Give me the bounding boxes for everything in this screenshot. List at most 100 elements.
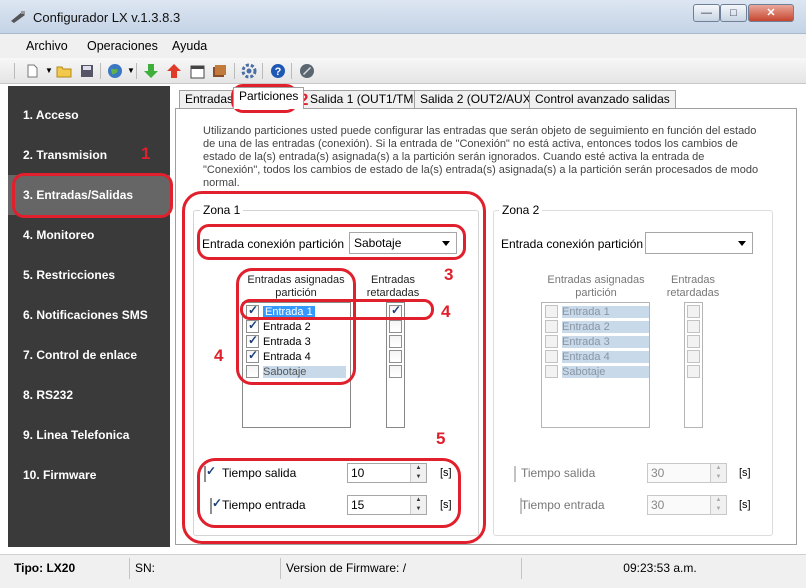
delayed-checkbox <box>687 320 700 333</box>
toolbar-separator <box>262 63 263 79</box>
zone-2-exit-time-value: 30 <box>651 466 665 480</box>
checkbox <box>545 350 558 363</box>
delayed-checkbox <box>687 335 700 348</box>
close-button[interactable]: ✕ <box>748 4 794 22</box>
zone-1-entry-time-value: 15 <box>351 498 365 512</box>
delayed-checkbox <box>687 305 700 318</box>
menu-ayuda[interactable]: Ayuda <box>172 39 207 53</box>
list-item[interactable]: Sabotaje <box>243 364 346 379</box>
sidebar-item-firmware[interactable]: 10. Firmware <box>8 455 170 495</box>
list-item: Entrada 3 <box>542 334 649 349</box>
maximize-button[interactable]: □ <box>720 4 747 22</box>
list-item[interactable]: Entrada 1 <box>243 303 350 319</box>
zone-2-connection-label: Entrada conexión partición <box>501 237 644 251</box>
delayed-checkbox[interactable] <box>389 320 402 333</box>
list-item[interactable]: Entrada 4 <box>243 348 350 364</box>
spin-up-icon[interactable]: ▲ <box>411 464 426 473</box>
open-folder-icon[interactable] <box>55 62 73 80</box>
tab-particiones[interactable]: Particiones <box>233 87 305 109</box>
list-item: Entrada 1 <box>542 304 649 319</box>
upload-icon[interactable] <box>165 62 183 80</box>
delayed-checkbox[interactable] <box>389 350 402 363</box>
status-firmware: Version de Firmware: / <box>282 558 522 579</box>
zone-2-delayed-header: Entradas retardadas <box>666 274 720 299</box>
checkbox <box>545 320 558 333</box>
checkbox <box>545 305 558 318</box>
spin-down-icon: ▼ <box>711 505 726 514</box>
tab-entradas[interactable]: Entradas <box>179 90 240 108</box>
help-icon[interactable]: ? <box>269 62 287 80</box>
tab-salida-1[interactable]: Salida 1 (OUT1/TMP) <box>299 90 432 108</box>
checkbox <box>545 335 558 348</box>
checkbox <box>545 365 558 378</box>
zone-1-exit-time-input[interactable]: 10 ▲ ▼ <box>347 463 427 483</box>
zone-2-connection-select[interactable] <box>645 232 753 254</box>
zone-2-exit-time-input: 30 ▲ ▼ <box>647 463 727 483</box>
toolbar-separator <box>234 63 235 79</box>
sidebar-item-monitoreo[interactable]: 4. Monitoreo <box>8 215 170 255</box>
settings-gear-icon[interactable] <box>240 62 258 80</box>
save-icon[interactable] <box>78 62 96 80</box>
sidebar-item-linea-telefonica[interactable]: 9. Linea Telefonica <box>8 415 170 455</box>
calendar-icon[interactable] <box>188 62 206 80</box>
spin-buttons: ▲ ▼ <box>710 464 726 482</box>
zone-1-entry-time-input[interactable]: 15 ▲ ▼ <box>347 495 427 515</box>
zone-1-connection-select[interactable]: Sabotaje <box>349 232 457 254</box>
toolbar-separator <box>291 63 292 79</box>
list-item: Sabotaje <box>542 364 649 379</box>
checkbox[interactable] <box>246 318 259 333</box>
zone-1-connection-value: Sabotaje <box>354 236 402 250</box>
zone-2-entry-time-value: 30 <box>651 498 665 512</box>
zone-2-entry-time-label: Tiempo entrada <box>521 498 605 512</box>
spin-up-icon[interactable]: ▲ <box>411 496 426 505</box>
spin-buttons: ▲ ▼ <box>710 496 726 514</box>
toolbar-grip <box>14 63 15 79</box>
book-icon[interactable] <box>210 62 228 80</box>
checkbox[interactable] <box>246 365 259 378</box>
new-icon[interactable] <box>23 62 41 80</box>
sidebar-item-notificaciones-sms[interactable]: 6. Notificaciones SMS <box>8 295 170 335</box>
minimize-button[interactable]: — <box>693 4 720 22</box>
sidebar-item-acceso[interactable]: 1. Acceso <box>8 95 170 135</box>
zone-2-delayed-list <box>684 302 703 428</box>
spin-buttons[interactable]: ▲ ▼ <box>410 496 426 514</box>
delayed-checkbox[interactable] <box>389 365 402 378</box>
delayed-checkbox[interactable] <box>389 335 402 348</box>
globe-dropdown-arrow-icon[interactable]: ▼ <box>122 62 140 80</box>
sidebar-item-restricciones[interactable]: 5. Restricciones <box>8 255 170 295</box>
sidebar-item-rs232[interactable]: 8. RS232 <box>8 375 170 415</box>
tools-icon[interactable] <box>298 62 316 80</box>
zone-1-assigned-header: Entradas asignadas partición <box>247 274 345 299</box>
zone-2-exit-time-label: Tiempo salida <box>521 466 596 480</box>
checkbox[interactable] <box>246 348 259 363</box>
spin-down-icon[interactable]: ▼ <box>411 505 426 514</box>
toolbar: ▼ ▼ ? <box>0 58 806 84</box>
spin-up-icon: ▲ <box>711 496 726 505</box>
zone-2-title: Zona 2 <box>499 203 543 217</box>
spin-down-icon[interactable]: ▼ <box>411 473 426 482</box>
zone-1-title: Zona 1 <box>200 203 244 217</box>
tab-salida-2[interactable]: Salida 2 (OUT2/AUX) <box>414 90 541 108</box>
zone-1-exit-time-checkbox[interactable] <box>204 466 206 482</box>
content-area: Entradas Particiones Salida 1 (OUT1/TMP)… <box>175 86 800 548</box>
menu-operaciones[interactable]: Operaciones <box>87 39 158 53</box>
spin-down-icon: ▼ <box>711 473 726 482</box>
zone-2-assigned-header: Entradas asignadas partición <box>547 274 645 299</box>
zone-1-exit-unit: [s] <box>440 467 452 479</box>
list-item[interactable]: Entrada 3 <box>243 333 350 349</box>
delayed-checkbox[interactable] <box>389 303 402 318</box>
menu-bar: Archivo Operaciones Ayuda <box>0 34 806 58</box>
sidebar-item-entradas-salidas[interactable]: 3. Entradas/Salidas <box>8 175 170 215</box>
download-icon[interactable] <box>142 62 160 80</box>
zone-1-assigned-list[interactable]: Entrada 1 Entrada 2 Entrada 3 Entrada 4 … <box>242 302 351 428</box>
list-item[interactable]: Entrada 2 <box>243 318 350 334</box>
sidebar-item-control-de-enlace[interactable]: 7. Control de enlace <box>8 335 170 375</box>
spin-buttons[interactable]: ▲ ▼ <box>410 464 426 482</box>
checkbox[interactable] <box>246 333 259 348</box>
zone-1-delayed-list[interactable] <box>386 302 405 428</box>
tab-control-avanzado-salidas[interactable]: Control avanzado salidas <box>529 90 676 108</box>
menu-archivo[interactable]: Archivo <box>26 39 68 53</box>
zone-1-connection-label: Entrada conexión partición <box>202 237 345 251</box>
checkbox[interactable] <box>246 303 259 318</box>
zone-1-entry-time-checkbox[interactable] <box>210 498 212 514</box>
